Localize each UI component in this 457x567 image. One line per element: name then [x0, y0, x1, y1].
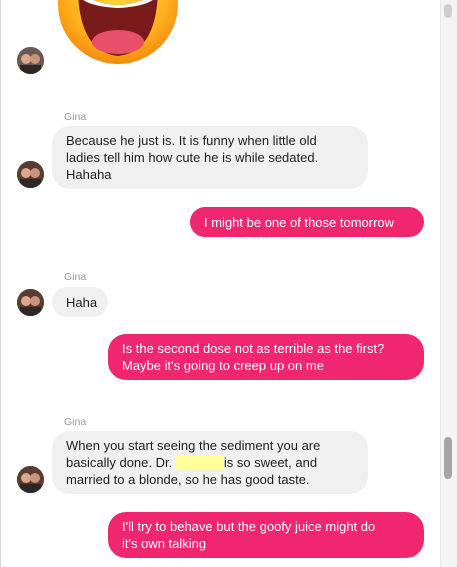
laughing-tears-emoji-icon	[58, 0, 178, 64]
avatar[interactable]	[17, 289, 44, 316]
outgoing-message: I'll try to behave but the goofy juice m…	[108, 512, 424, 558]
message-text: Haha	[66, 295, 98, 310]
message-text: Because he just is. It is funny when lit…	[66, 133, 317, 148]
scrollbar-thumb[interactable]	[444, 437, 452, 479]
message-text: is so sweet, and	[223, 455, 318, 470]
message-text: I might be one of those tomorrow	[204, 215, 395, 230]
pane-divider	[0, 0, 1, 567]
avatar[interactable]	[17, 466, 44, 493]
message-text: married to a blonde, so he has good tast…	[66, 472, 310, 487]
message-text: it's own talking	[122, 536, 207, 551]
message-text: When you start seeing the sediment you a…	[66, 438, 321, 453]
sender-name: Gina	[64, 416, 87, 428]
conversation-pane[interactable]: Gina Because he just is. It is funny whe…	[0, 0, 440, 567]
scrollbar[interactable]	[440, 0, 457, 567]
scrollbar-top-cap	[444, 4, 452, 18]
avatar[interactable]	[17, 47, 44, 74]
message-text: Hahaha	[66, 167, 112, 182]
sender-name: Gina	[64, 111, 87, 123]
avatar[interactable]	[17, 161, 44, 188]
incoming-message: Because he just is. It is funny when lit…	[52, 126, 368, 189]
message-text: ladies tell him how cute he is while sed…	[66, 150, 319, 165]
outgoing-message: Is the second dose not as terrible as th…	[108, 334, 424, 380]
sender-name: Gina	[64, 271, 87, 283]
message-text: Maybe it's going to creep up on me	[122, 358, 324, 373]
incoming-message: When you start seeing the sediment you a…	[52, 431, 368, 494]
message-text: Is the second dose not as terrible as th…	[122, 341, 385, 356]
outgoing-message: I might be one of those tomorrow	[190, 207, 424, 237]
incoming-message: Haha	[52, 287, 108, 317]
message-text: basically done. Dr.	[66, 455, 173, 470]
redaction-highlight	[175, 455, 224, 469]
message-text: I'll try to behave but the goofy juice m…	[122, 519, 376, 534]
